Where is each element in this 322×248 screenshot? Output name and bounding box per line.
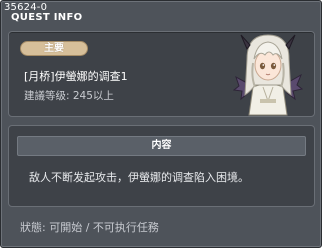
quest-content-panel: 内容 敌人不断发起攻击，伊螢娜的调查陷入困境。 (8, 125, 315, 207)
title-bar[interactable]: QUEST INFO (1, 12, 322, 25)
quest-name: [月桥]伊螢娜的调查1 (24, 70, 128, 83)
quest-info-window: 35624-0 QUEST INFO 主要 [月桥]伊螢娜的调查1 建議等级: … (0, 0, 322, 248)
content-section-header: 内容 (17, 136, 306, 156)
quest-description: 敌人不断发起攻击，伊螢娜的调查陷入困境。 (29, 171, 249, 184)
npc-portrait-icon (232, 29, 304, 117)
window-title: QUEST INFO (11, 12, 83, 23)
quest-category-badge: 主要 (20, 41, 88, 56)
quest-level-requirement: 建議等级: 245以上 (24, 90, 114, 102)
quest-status: 狀態: 可開始 / 不可执行任務 (20, 221, 159, 234)
